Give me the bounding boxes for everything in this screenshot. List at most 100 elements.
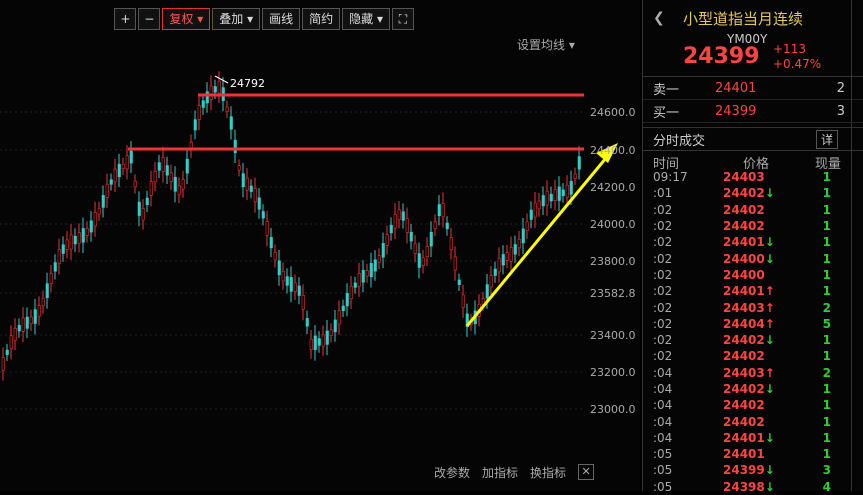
fuquan-label: 复权 (169, 12, 194, 26)
candle-body (193, 119, 197, 131)
price-tick-label: 23200.0 (590, 366, 636, 379)
trade-price-cell: 24402 (723, 398, 801, 412)
candle-body (213, 86, 217, 93)
price-tick-label: 24400.0 (590, 144, 636, 157)
candle-body (125, 155, 129, 170)
candle-body (361, 269, 365, 283)
price-chart[interactable]: 24792 24600.0 24400.0 24200.0 24000.0 23800.… (0, 0, 640, 491)
bid-label: 买一 (653, 105, 680, 121)
hide-label: 隐藏 (349, 12, 374, 26)
add-indicator-button[interactable]: 加指标 (482, 464, 518, 481)
side-scroll-strip[interactable] (851, 0, 863, 491)
candle-body (293, 282, 297, 292)
candle-body (169, 172, 173, 182)
support-trend-arrow-line (465, 157, 608, 327)
trade-row: :04 24402 1 (643, 397, 863, 413)
trade-qty: 4 (822, 479, 831, 494)
change-params-button[interactable]: 改参数 (434, 464, 470, 481)
candle-body (521, 228, 525, 244)
candle-body (297, 285, 301, 296)
candle-body (241, 173, 245, 188)
candle-body (285, 276, 289, 286)
bid-row: 买一 24399 3 (643, 100, 863, 123)
trade-row: :02 24401↓ 1 (643, 234, 863, 250)
candlestick-chart-area[interactable]: 24792 24600.0 24400.0 24200.0 24000.0 23800.… (0, 0, 640, 491)
ask-label: 卖一 (653, 82, 680, 98)
hide-dropdown[interactable]: 隐藏 ▾ (342, 8, 390, 30)
arrow-up-icon: ↑ (764, 300, 775, 315)
trade-qty: 1 (822, 447, 831, 462)
fuquan-dropdown[interactable]: 复权 ▾ (162, 8, 211, 30)
overlay-dropdown[interactable]: 叠加 ▾ (212, 8, 261, 30)
candle-body (25, 316, 29, 329)
candle-body (309, 338, 313, 350)
back-chevron-icon[interactable]: ❮ (653, 10, 665, 26)
price-tick-label: 23800.0 (590, 255, 636, 268)
trade-row: :02 24402 1 (643, 348, 863, 364)
price-axis: 24600.0 24400.0 24200.0 24000.0 23800.0 23582… (590, 106, 636, 416)
candle-body (129, 150, 133, 164)
trade-time: :02 (653, 333, 673, 348)
candle-body (445, 222, 449, 230)
candle-body (365, 270, 369, 277)
candle-body (313, 335, 317, 351)
trade-time: :02 (653, 316, 673, 331)
bid-qty: 3 (836, 103, 845, 119)
candle-body (17, 325, 21, 332)
candle-body (29, 316, 33, 324)
candle-body (557, 186, 561, 201)
candle-body (1, 357, 5, 371)
bid-price: 24399 (715, 103, 757, 119)
arrow-up-icon: ↑ (764, 284, 775, 299)
trade-price: 24401 (723, 235, 765, 250)
trade-row: :02 24402 1 (643, 218, 863, 234)
arrow-down-icon: ↓ (764, 186, 775, 201)
trade-price-cell: 24401↑ (723, 284, 801, 298)
candle-body (317, 338, 321, 346)
candle-body (533, 202, 537, 218)
trades-header: 分时成交 详 (643, 127, 863, 151)
candle-body (237, 165, 241, 171)
simple-mode-button[interactable]: 简约 (302, 8, 341, 30)
trades-col-head: 时间 价格 现量 (643, 151, 863, 172)
draw-line-button[interactable]: 画线 (262, 8, 301, 30)
candle-body (485, 284, 489, 299)
candle-body (545, 190, 549, 206)
trade-price-cell: 24403↑ (723, 301, 801, 315)
candle-body (525, 221, 529, 232)
trade-price-cell: 24402↓ (723, 382, 801, 396)
swap-indicator-button[interactable]: 换指标 (530, 464, 566, 481)
ma-setting-link[interactable]: 设置均线 ▾ (517, 36, 575, 53)
chevron-down-icon: ▾ (247, 12, 254, 26)
candle-body (417, 253, 421, 268)
candle-body (565, 184, 569, 198)
candle-body (357, 273, 361, 287)
candle-body (41, 297, 45, 307)
arrow-up-icon: ↑ (764, 316, 775, 331)
trade-row: :02 24403↑ 2 (643, 299, 863, 315)
candle-body (69, 234, 73, 250)
candle-body (457, 279, 461, 285)
trade-qty: 1 (822, 382, 831, 396)
candle-body (137, 201, 141, 216)
candle-body (429, 231, 433, 247)
trade-qty: 1 (822, 251, 831, 266)
trade-time: :04 (653, 365, 673, 380)
candle-body (97, 208, 101, 215)
trade-price-cell: 24400 (723, 268, 801, 282)
expand-icon[interactable]: ⛶ (392, 8, 414, 30)
zoom-in-button[interactable]: + (114, 8, 137, 30)
detail-button[interactable]: 详 (815, 129, 838, 149)
close-indicator-icon[interactable]: ✕ (578, 464, 595, 480)
trades-list[interactable]: 09:17 24403 1:01 24402↓ 1:02 24402 1:02 24402 1:… (643, 169, 863, 495)
candle-body (117, 163, 121, 178)
candle-body (157, 162, 161, 171)
zoom-out-button[interactable]: − (138, 8, 161, 30)
candle-body (497, 257, 501, 273)
ask-qty: 2 (836, 80, 845, 96)
chevron-down-icon: ▾ (376, 12, 383, 26)
col-price: 价格 (743, 157, 770, 172)
trade-row: :04 24402↓ 1 (643, 381, 863, 397)
candle-body (153, 171, 157, 183)
trade-price-cell: 24403↑ (723, 366, 801, 380)
